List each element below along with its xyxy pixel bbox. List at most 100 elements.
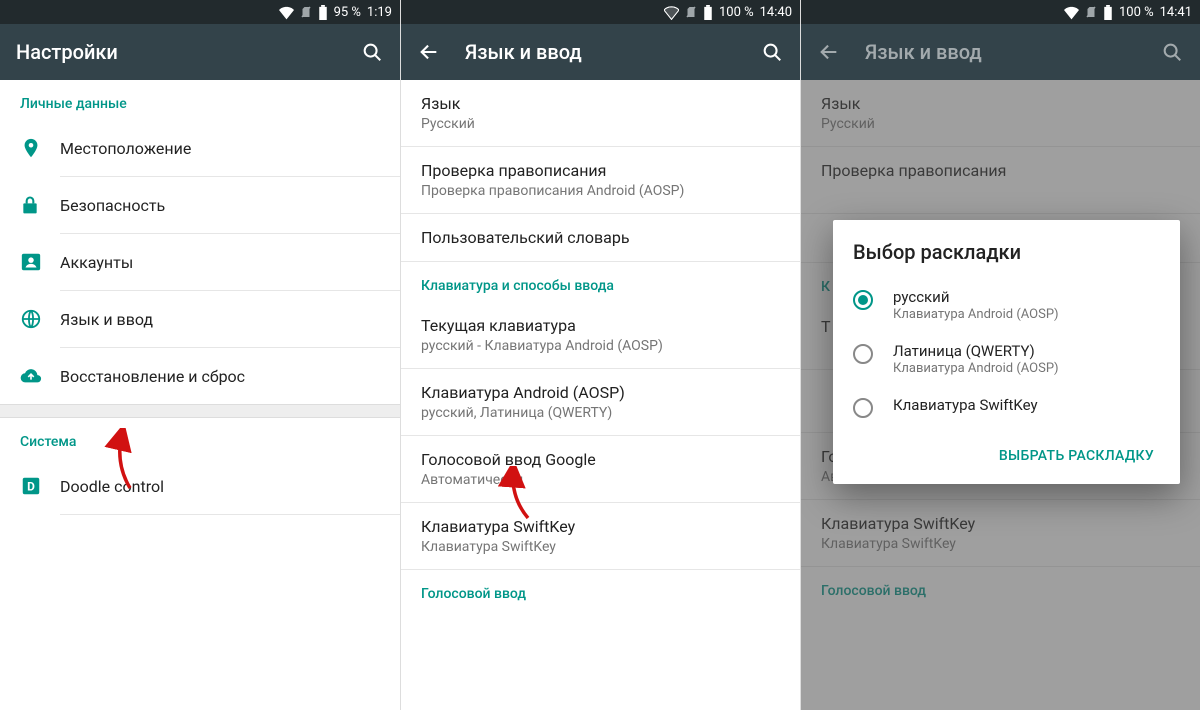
- option-title: Латиница (QWERTY): [893, 342, 1059, 360]
- battery-icon: [703, 5, 713, 20]
- svg-text:D: D: [27, 480, 35, 494]
- sim-icon: [685, 5, 697, 19]
- section-voice: Голосовой ввод: [401, 570, 800, 610]
- section-voice: Голосовой ввод: [801, 567, 1200, 607]
- sim-icon: [300, 5, 312, 19]
- wifi-icon: [279, 5, 294, 20]
- back-icon[interactable]: [817, 40, 841, 64]
- item-title: Проверка правописания: [821, 161, 1180, 180]
- search-icon[interactable]: [1160, 40, 1184, 64]
- item-sub: Клавиатура SwiftKey: [821, 536, 1180, 552]
- clock: 14:41: [1160, 5, 1192, 20]
- item-backup-reset[interactable]: Восстановление и сброс: [0, 348, 400, 404]
- battery-percent: 100 %: [719, 5, 754, 20]
- item-spellcheck[interactable]: Проверка правописания Проверка правописа…: [401, 147, 800, 213]
- status-bar: 100 % 14:40: [401, 0, 800, 24]
- option-title: русский: [893, 288, 1059, 306]
- item-title: Пользовательский словарь: [421, 228, 780, 247]
- status-bar: 100 % 14:41: [801, 0, 1200, 24]
- status-bar: 95 % 1:19: [0, 0, 400, 24]
- item-title: Проверка правописания: [421, 161, 780, 180]
- item-accounts[interactable]: Аккаунты: [0, 234, 400, 290]
- item-doodle-control[interactable]: D Doodle control: [0, 458, 400, 514]
- item-current-keyboard[interactable]: Текущая клавиатура русский - Клавиатура …: [401, 302, 800, 368]
- battery-icon: [318, 5, 328, 20]
- layout-option-russian[interactable]: русский Клавиатура Android (AOSP): [853, 278, 1160, 332]
- item-title: Текущая клавиатура: [421, 316, 780, 335]
- doodle-icon: D: [20, 475, 60, 497]
- section-system: Система: [0, 418, 400, 458]
- option-title: Клавиатура SwiftKey: [893, 396, 1038, 414]
- item-security[interactable]: Безопасность: [0, 177, 400, 233]
- lock-icon: [20, 194, 60, 216]
- location-icon: [20, 137, 60, 159]
- item-sub: русский, Латиница (QWERTY): [421, 405, 780, 421]
- item-label: Восстановление и сброс: [60, 367, 380, 386]
- item-label: Безопасность: [60, 196, 380, 215]
- item-sub: Проверка правописания Android (AOSP): [421, 183, 780, 199]
- wifi-icon: [1064, 5, 1079, 20]
- layout-picker-dialog: Выбор раскладки русский Клавиатура Andro…: [833, 220, 1180, 484]
- section-keyboard: Клавиатура и способы ввода: [401, 262, 800, 302]
- app-bar: Настройки: [0, 24, 400, 80]
- item-sub: [821, 183, 1180, 199]
- item-location[interactable]: Местоположение: [0, 120, 400, 176]
- item-label: Язык и ввод: [60, 310, 380, 329]
- clock: 14:40: [760, 5, 792, 20]
- item-sub: русский - Клавиатура Android (AOSP): [421, 338, 780, 354]
- screen-language-input: 100 % 14:40 Язык и ввод Язык Русский Про…: [400, 0, 800, 710]
- app-bar: Язык и ввод: [801, 24, 1200, 80]
- sim-icon: [1085, 5, 1097, 19]
- item-aosp-keyboard[interactable]: Клавиатура Android (AOSP) русский, Латин…: [401, 369, 800, 435]
- item-title: Клавиатура SwiftKey: [421, 517, 780, 536]
- search-icon[interactable]: [760, 40, 784, 64]
- radio-icon: [853, 398, 873, 418]
- item-title: Язык: [821, 94, 1180, 113]
- back-icon[interactable]: [417, 40, 441, 64]
- item-title: Клавиатура SwiftKey: [821, 514, 1180, 533]
- item-language[interactable]: Язык Русский: [401, 80, 800, 146]
- divider: [60, 514, 400, 515]
- battery-icon: [1103, 5, 1113, 20]
- clock: 1:19: [367, 5, 392, 20]
- option-sub: Клавиатура Android (AOSP): [893, 307, 1059, 322]
- screen-layout-dialog: 100 % 14:41 Язык и ввод Язык Русский Про…: [800, 0, 1200, 710]
- globe-icon: [20, 308, 60, 330]
- backup-icon: [20, 365, 60, 387]
- item-label: Doodle control: [60, 477, 380, 496]
- section-gap: [0, 404, 400, 418]
- layout-option-swiftkey[interactable]: Клавиатура SwiftKey: [853, 386, 1160, 428]
- item-user-dictionary[interactable]: Пользовательский словарь: [401, 214, 800, 261]
- layout-option-latin[interactable]: Латиница (QWERTY) Клавиатура Android (AO…: [853, 332, 1160, 386]
- item-language-input[interactable]: Язык и ввод: [0, 291, 400, 347]
- radio-icon: [853, 290, 873, 310]
- item-sub: Русский: [421, 116, 780, 132]
- item-label: Аккаунты: [60, 253, 380, 272]
- item-swiftkey[interactable]: Клавиатура SwiftKey Клавиатура SwiftKey: [401, 503, 800, 569]
- item-sub: Клавиатура SwiftKey: [421, 539, 780, 555]
- radio-icon: [853, 344, 873, 364]
- item-swiftkey: Клавиатура SwiftKey Клавиатура SwiftKey: [801, 500, 1200, 566]
- item-label: Местоположение: [60, 139, 380, 158]
- dialog-title: Выбор раскладки: [853, 240, 1160, 264]
- language-list: Язык Русский Проверка правописания Прове…: [401, 80, 800, 710]
- item-language: Язык Русский: [801, 80, 1200, 146]
- battery-percent: 95 %: [334, 5, 361, 20]
- dialog-actions: ВЫБРАТЬ РАСКЛАДКУ: [853, 438, 1160, 474]
- search-icon[interactable]: [360, 40, 384, 64]
- page-title: Настройки: [16, 40, 336, 64]
- choose-layout-button[interactable]: ВЫБРАТЬ РАСКЛАДКУ: [993, 438, 1160, 474]
- battery-percent: 100 %: [1119, 5, 1154, 20]
- page-title: Язык и ввод: [465, 40, 736, 64]
- item-sub: Русский: [821, 116, 1180, 132]
- item-sub: Автоматически: [421, 472, 780, 488]
- wifi-icon: [664, 5, 679, 20]
- item-title: Клавиатура Android (AOSP): [421, 383, 780, 402]
- screen-settings: 95 % 1:19 Настройки Личные данные Местоп…: [0, 0, 400, 710]
- option-sub: Клавиатура Android (AOSP): [893, 361, 1059, 376]
- section-personal: Личные данные: [0, 80, 400, 120]
- item-spellcheck: Проверка правописания: [801, 147, 1200, 213]
- account-icon: [20, 251, 60, 273]
- item-google-voice[interactable]: Голосовой ввод Google Автоматически: [401, 436, 800, 502]
- app-bar: Язык и ввод: [401, 24, 800, 80]
